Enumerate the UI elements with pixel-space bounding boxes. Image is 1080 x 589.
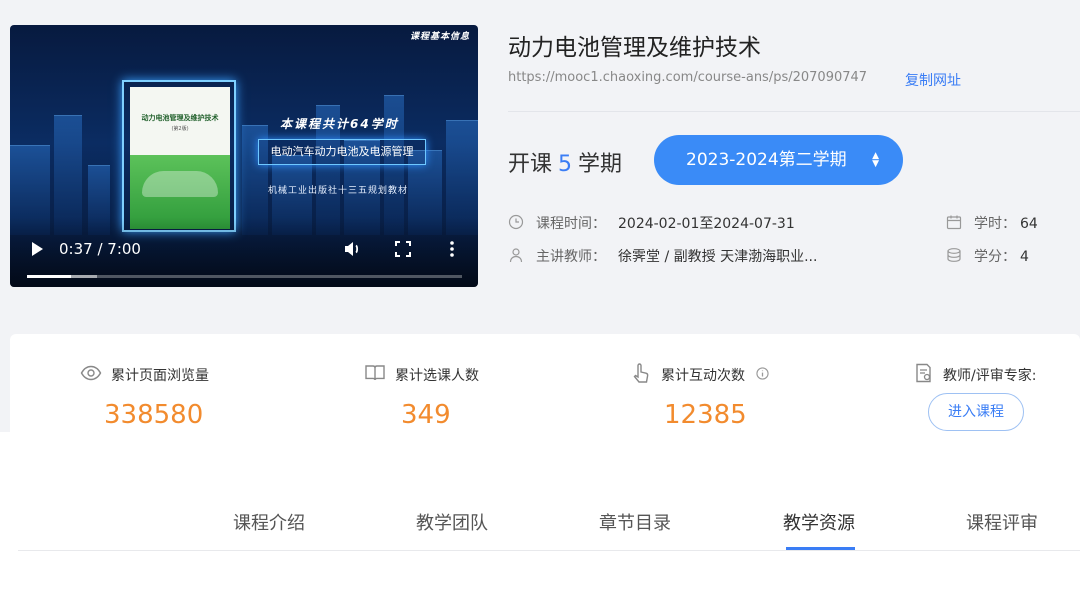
active-tab-indicator [786, 547, 855, 550]
sort-arrows-icon: ▲ ▼ [872, 151, 879, 169]
course-hours: 学时： 64 [974, 213, 1038, 233]
book-cover-title: 动力电池管理及维护技术 [141, 114, 219, 122]
calendar-icon [946, 215, 962, 230]
enter-course-button[interactable]: 进入课程 [928, 393, 1024, 431]
volume-icon[interactable] [342, 239, 362, 259]
course-time-value: 2024-02-01至2024-07-31 [618, 216, 795, 232]
video-subtitle: 电动汽车动力电池及电源管理 [258, 139, 426, 165]
stats-card: 累计页面浏览量 338580 累计选课人数 349 累计互动次数 12385 教… [10, 334, 1080, 457]
review-document-icon [916, 363, 931, 383]
interactions-label: 累计互动次数 [661, 368, 745, 384]
hours-label: 学时： [974, 216, 1016, 232]
tab-course-intro[interactable]: 课程介绍 [233, 509, 305, 535]
enrolled-value: 349 [401, 400, 451, 430]
views-label: 累计页面浏览量 [111, 368, 209, 384]
car-illustration [142, 171, 218, 197]
info-icon[interactable] [756, 367, 769, 380]
hours-value: 64 [1020, 216, 1038, 232]
course-teacher: 主讲教师： 徐霁堂 / 副教授 天津渤海职业... [536, 246, 817, 266]
expert-label: 教师/评审专家: [943, 368, 1037, 384]
tab-teaching-team[interactable]: 教学团队 [416, 509, 488, 535]
book-icon [365, 365, 385, 381]
video-publisher: 机械工业出版社十三五规划教材 [268, 186, 409, 196]
tab-course-review[interactable]: 课程评审 [966, 509, 1038, 535]
progress-played [27, 275, 71, 278]
interactions-value: 12385 [664, 400, 747, 430]
user-icon [509, 248, 523, 263]
sessions-prefix: 开课 [508, 152, 553, 177]
video-time: 0:37 / 7:00 [59, 240, 141, 258]
coins-icon [947, 248, 961, 262]
tab-teaching-resources[interactable]: 教学资源 [783, 509, 855, 535]
course-time: 课程时间： 2024-02-01至2024-07-31 [536, 213, 795, 233]
divider [508, 111, 1080, 112]
tab-chapter-list[interactable]: 章节目录 [599, 509, 671, 535]
enrolled-label: 累计选课人数 [395, 368, 479, 384]
book-cover: 动力电池管理及维护技术 (第2版) [130, 87, 230, 229]
teacher-label: 主讲教师： [536, 249, 606, 265]
play-icon[interactable] [26, 238, 48, 260]
eye-icon [80, 365, 102, 381]
credits-label: 学分： [974, 249, 1016, 265]
semester-value: 2023-2024第二学期 [686, 150, 847, 170]
video-player[interactable]: 课程基本信息 动力电池管理及维护技术 (第2版) 本课程共计64学时 电动汽车动… [10, 25, 478, 287]
views-value: 338580 [104, 400, 204, 430]
clock-icon [508, 214, 524, 230]
book-cover-edition: (第2版) [171, 126, 189, 132]
sessions-number: 5 [558, 152, 573, 177]
course-credits: 学分： 4 [974, 246, 1029, 266]
course-time-label: 课程时间： [536, 216, 606, 232]
copy-url-link[interactable]: 复制网址 [905, 70, 961, 90]
sessions-suffix: 学期 [578, 152, 623, 177]
teacher-value: 徐霁堂 / 副教授 天津渤海职业... [618, 249, 818, 265]
video-progress-bar[interactable] [27, 275, 462, 278]
course-title: 动力电池管理及维护技术 [508, 35, 761, 61]
video-banner: 课程基本信息 [409, 32, 470, 42]
credits-value: 4 [1020, 249, 1029, 265]
more-options-icon[interactable] [446, 239, 458, 259]
course-url: https://mooc1.chaoxing.com/course-ans/ps… [508, 70, 868, 85]
video-heading: 本课程共计64学时 [280, 117, 399, 131]
sessions-count: 开课 5 学期 [508, 146, 622, 178]
tabs-divider [18, 550, 1080, 551]
video-controls: 0:37 / 7:00 [10, 217, 478, 287]
fullscreen-icon[interactable] [394, 240, 412, 258]
hand-tap-icon [633, 363, 649, 383]
semester-select[interactable]: 2023-2024第二学期 ▲ ▼ [654, 135, 903, 185]
